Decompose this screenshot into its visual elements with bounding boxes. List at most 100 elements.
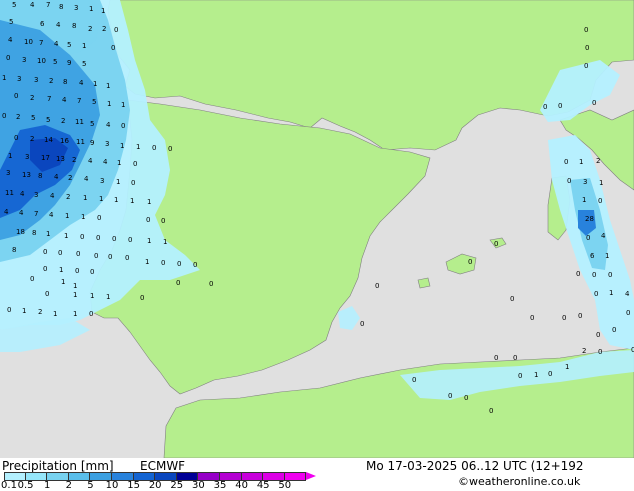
precip-value-label: 5 [53,58,57,66]
scale-tick-label: 25 [170,480,184,491]
precip-value-label: 0 [112,235,116,243]
precip-value-label: 1 [136,143,140,151]
scale-tick-label: 40 [235,480,248,491]
precip-value-label: 10 [37,57,46,65]
scale-tick-label: 15 [127,480,140,491]
precip-value-label: 0 [564,158,568,166]
precip-value-label: 4 [84,175,89,183]
precip-value-label: 0 [612,326,616,334]
precip-value-label: 2 [30,135,34,143]
model-name: ECMWF [140,459,186,473]
valid-datetime: Mo 17-03-2025 06..12 UTC (12+192 [366,459,584,473]
precip-value-label: 4 [79,79,84,87]
precip-value-label: 17 [41,154,50,162]
precip-value-label: 11 [5,189,14,197]
precip-value-label: 0 [14,92,18,100]
precip-value-label: 0 [177,260,181,268]
scale-tick-label: 45 [256,480,270,491]
precip-value-label: 0 [168,145,172,153]
precip-value-label: 3 [17,75,21,83]
precip-value-label: 2 [61,117,65,125]
precip-value-label: 4 [601,232,606,240]
precip-value-label: 18 [16,228,25,236]
precip-value-label: 0 [45,290,49,298]
precip-value-label: 13 [56,155,65,163]
precip-value-label: 8 [72,22,76,30]
precip-value-label: 0 [111,44,115,52]
precip-value-label: 0 [510,295,514,303]
precip-value-label: 0 [584,62,588,70]
precip-value-label: 0 [114,26,118,34]
precip-value-label: 0 [7,306,11,314]
precip-value-label: 11 [75,118,84,126]
scale-tick-label: 2 [65,480,72,491]
map-footer: Precipitation [mm] ECMWF Mo 17-03-2025 0… [0,458,634,491]
precip-value-label: 0 [30,275,34,283]
precip-value-label: 1 [117,159,121,167]
precip-value-label: 1 [106,82,110,90]
precip-value-label: 1 [53,310,57,318]
precip-value-label: 4 [49,211,54,219]
precip-value-label: 0 [594,290,598,298]
precip-value-label: 1 [565,363,569,371]
precip-value-label: 5 [92,98,96,106]
precip-value-label: 0 [176,279,180,287]
precip-value-label: 7 [47,95,51,103]
precip-value-label: 1 [106,293,110,301]
precip-value-label: 1 [605,252,609,260]
precipitation-map: 5 4 7 8 3 1 1 5 6 4 8 2 2 0 4 10 7 4 5 1 0 0 3 10 5 9 5 1 3 3 2 8 4 1 1 0 2 7… [0,0,634,458]
precip-value-label: 0 [598,348,602,356]
precip-value-label: 10 [24,38,33,46]
precip-value-label: 1 [609,289,613,297]
precip-value-label: 2 [596,157,600,165]
precip-value-label: 7 [39,39,43,47]
precip-value-label: 3 [105,140,109,148]
precip-value-label: 0 [608,271,612,279]
precip-value-label: 0 [576,270,580,278]
precip-value-label: 1 [73,310,77,318]
precip-value-label: 1 [147,198,151,206]
precip-value-label: 0 [152,144,156,152]
precip-value-label: 14 [44,136,53,144]
precip-value-label: 1 [46,230,50,238]
precip-value-label: 0 [548,370,552,378]
precip-value-label: 3 [74,4,78,12]
precip-value-label: 0 [76,250,80,258]
precip-value-label: 4 [88,157,93,165]
precip-value-label: 1 [116,178,120,186]
precip-value-label: 0 [518,372,522,380]
precip-value-label: 0 [108,253,112,261]
scale-tick-label: 35 [213,480,227,491]
precip-value-label: 1 [89,5,93,13]
precip-value-label: 1 [163,238,167,246]
precip-value-label: 2 [66,193,70,201]
precip-value-label: 1 [2,74,6,82]
precip-value-label: 0 [626,309,630,317]
precip-value-label: 1 [99,195,103,203]
precip-value-label: 4 [20,190,25,198]
precip-value-label: 1 [8,152,12,160]
precip-value-label: 0 [128,236,132,244]
precip-value-label: 1 [582,196,586,204]
precip-value-label: 2 [102,25,106,33]
precip-value-label: 1 [121,101,125,109]
precip-value-label: 0 [140,294,144,302]
scale-tick-label: 1 [44,480,51,491]
precip-value-label: 0 [468,258,472,266]
scale-tick-label: 30 [192,480,205,491]
precip-value-label: 5 [9,18,13,26]
scale-tick-label: 20 [148,480,162,491]
precip-value-label: 0 [596,331,600,339]
precip-value-label: 0 [558,102,562,110]
precip-value-label: 1 [599,179,603,187]
precip-value-label: 0 [586,234,590,242]
precip-value-label: 4 [50,192,55,200]
precip-value-label: 0 [494,354,498,362]
precip-value-label: 8 [59,3,63,11]
map-title: Precipitation [mm] [2,459,114,473]
precip-value-label: 0 [43,248,47,256]
precip-value-label: 5 [82,60,86,68]
ibiza-land [417,277,431,289]
precip-value-label: 0 [598,197,602,205]
precip-value-label: 4 [4,208,9,216]
